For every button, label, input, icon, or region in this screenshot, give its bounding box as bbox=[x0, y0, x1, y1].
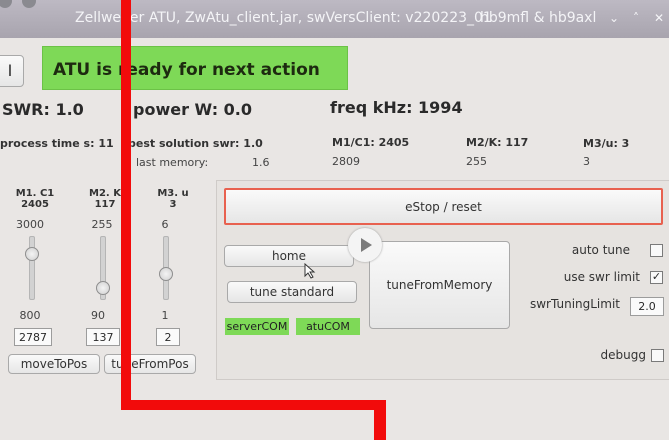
window-corner-icon bbox=[0, 0, 12, 8]
status-toggle-button[interactable]: I bbox=[0, 55, 24, 87]
auto-tune-checkbox[interactable] bbox=[650, 244, 663, 257]
slider-m3-max: 6 bbox=[161, 218, 169, 231]
m2k-label: M2/K: 117 bbox=[466, 136, 529, 149]
window-user-label: hb9mfl & hb9axl bbox=[480, 10, 597, 26]
best-solution-label: best solution swr: 1.0 bbox=[128, 137, 263, 150]
window-title: Zellweger ATU, ZwAtu_client.jar, swVersC… bbox=[75, 10, 492, 26]
atu-com-indicator: atuCOM bbox=[296, 318, 360, 335]
last-memory-m1: 2809 bbox=[332, 155, 360, 168]
m3-position-input[interactable]: 2 bbox=[156, 328, 180, 346]
m1-position-input[interactable]: 2787 bbox=[14, 328, 52, 346]
move-to-pos-button[interactable]: moveToPos bbox=[8, 354, 100, 374]
play-icon[interactable] bbox=[348, 228, 382, 262]
window-corner-icon-2 bbox=[22, 0, 36, 8]
swr-readout: SWR: 1.0 bbox=[2, 100, 84, 119]
swr-tuning-limit-label: swrTuningLimit bbox=[529, 297, 620, 311]
slider-m2-thumb[interactable] bbox=[96, 281, 110, 296]
last-memory-swr: 1.6 bbox=[252, 156, 270, 169]
mouse-cursor-icon bbox=[304, 263, 316, 279]
minimize-icon[interactable]: ⌄ bbox=[605, 9, 623, 27]
m2-position-input[interactable]: 137 bbox=[86, 328, 120, 346]
red-overlay-line-vertical bbox=[121, 0, 131, 410]
slider-m3-label: M3. u bbox=[157, 188, 189, 199]
window-titlebar: Zellweger ATU, ZwAtu_client.jar, swVersC… bbox=[0, 0, 669, 38]
red-overlay-line-end bbox=[374, 400, 386, 440]
home-button[interactable]: home bbox=[224, 245, 354, 267]
slider-m3-value: 3 bbox=[169, 199, 177, 210]
slider-m2-max: 255 bbox=[91, 218, 113, 231]
tune-from-pos-button[interactable]: tuneFromPos bbox=[104, 354, 196, 374]
slider-m1: M1. C1 2405 bbox=[10, 188, 60, 210]
play-triangle-icon bbox=[361, 238, 372, 252]
process-time-label: process time s: 11 bbox=[0, 137, 114, 150]
slider-m1-track[interactable] bbox=[29, 236, 35, 300]
slider-m1-value: 2405 bbox=[21, 199, 49, 210]
tune-from-memory-button[interactable]: tuneFromMemory bbox=[369, 241, 510, 329]
auto-tune-label: auto tune bbox=[571, 243, 630, 257]
slider-m1-min: 800 bbox=[19, 309, 41, 322]
last-memory-label: last memory: bbox=[136, 156, 209, 169]
slider-m3: M3. u 3 bbox=[148, 188, 198, 210]
m1c1-label: M1/C1: 2405 bbox=[332, 136, 410, 149]
m3u-label: M3/u: 3 bbox=[583, 137, 630, 150]
slider-m3-thumb[interactable] bbox=[159, 267, 173, 282]
red-overlay-line-horizontal bbox=[121, 400, 386, 410]
estop-reset-button[interactable]: eStop / reset bbox=[224, 188, 663, 225]
use-swr-limit-label: use swr limit bbox=[563, 270, 640, 284]
server-com-indicator: serverCOM bbox=[225, 318, 289, 335]
debugg-checkbox[interactable] bbox=[651, 349, 664, 362]
swr-tuning-limit-input[interactable]: 2.0 bbox=[630, 297, 664, 316]
last-memory-m2: 255 bbox=[466, 155, 487, 168]
last-memory-m3: 3 bbox=[583, 155, 590, 168]
maximize-icon[interactable]: ˄ bbox=[627, 9, 645, 27]
slider-m1-thumb[interactable] bbox=[25, 246, 39, 261]
status-message: ATU is ready for next action bbox=[42, 46, 348, 90]
slider-m3-min: 1 bbox=[161, 309, 169, 322]
slider-m1-max: 3000 bbox=[16, 218, 44, 231]
slider-m2-min: 90 bbox=[91, 309, 105, 322]
tune-standard-button[interactable]: tune standard bbox=[227, 281, 357, 303]
debugg-label: debugg bbox=[600, 348, 646, 362]
close-icon[interactable]: ✕ bbox=[650, 9, 668, 27]
slider-m1-label: M1. C1 bbox=[15, 188, 55, 199]
use-swr-limit-checkbox[interactable]: ✓ bbox=[650, 271, 663, 284]
freq-readout: freq kHz: 1994 bbox=[330, 98, 463, 117]
power-readout: power W: 0.0 bbox=[133, 100, 253, 119]
